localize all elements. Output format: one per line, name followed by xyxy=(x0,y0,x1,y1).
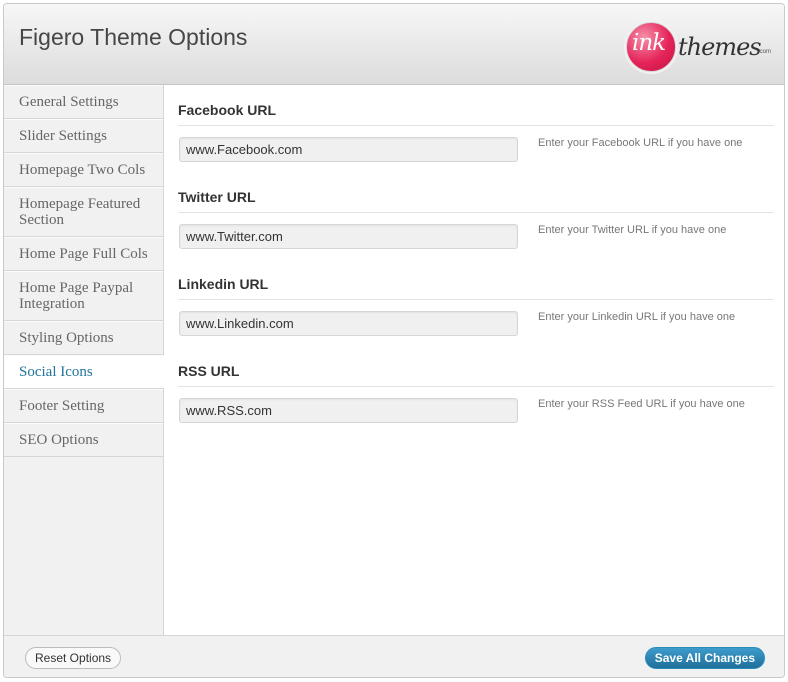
page-title: Figero Theme Options xyxy=(19,24,248,50)
save-all-changes-button[interactable]: Save All Changes xyxy=(644,647,765,669)
sidebar-item-home-page-full-cols[interactable]: Home Page Full Cols xyxy=(4,237,163,271)
main-content: Facebook URL Enter your Facebook URL if … xyxy=(178,85,774,635)
section-divider xyxy=(178,125,774,126)
section-divider xyxy=(178,212,774,213)
section-divider xyxy=(178,386,774,387)
facebook-url-input[interactable] xyxy=(179,137,518,162)
facebook-url-heading: Facebook URL xyxy=(178,102,277,118)
sidebar-item-home-page-paypal-integration[interactable]: Home Page Paypal Integration xyxy=(4,271,163,321)
twitter-url-heading: Twitter URL xyxy=(178,189,256,205)
logo-com-text: .com xyxy=(758,49,772,55)
section-divider xyxy=(178,299,774,300)
linkedin-url-heading: Linkedin URL xyxy=(178,276,269,292)
twitter-url-section: Twitter URL Enter your Twitter URL if yo… xyxy=(178,172,774,259)
sidebar-item-styling-options[interactable]: Styling Options xyxy=(4,321,163,355)
rss-url-help: Enter your RSS Feed URL if you have one xyxy=(538,398,745,410)
linkedin-url-section: Linkedin URL Enter your Linkedin URL if … xyxy=(178,259,774,346)
sidebar-item-slider-settings[interactable]: Slider Settings xyxy=(4,119,163,153)
linkedin-url-help: Enter your Linkedin URL if you have one xyxy=(538,311,736,323)
rss-url-section: RSS URL Enter your RSS Feed URL if you h… xyxy=(178,346,774,433)
twitter-url-input[interactable] xyxy=(179,224,518,249)
footer-bar: Reset Options Save All Changes xyxy=(4,635,784,677)
linkedin-url-input[interactable] xyxy=(179,311,518,336)
sidebar-item-social-icons[interactable]: Social Icons xyxy=(4,355,164,389)
inkthemes-logo: ink themes .com xyxy=(624,20,774,72)
logo-themes-text: themes xyxy=(678,33,762,61)
sidebar-item-seo-options[interactable]: SEO Options xyxy=(4,423,163,457)
facebook-url-section: Facebook URL Enter your Facebook URL if … xyxy=(178,85,774,172)
reset-options-button[interactable]: Reset Options xyxy=(25,647,122,669)
logo-ink-text: ink xyxy=(632,30,666,56)
rss-url-input[interactable] xyxy=(179,398,518,423)
sidebar-item-footer-setting[interactable]: Footer Setting xyxy=(4,389,163,423)
sidebar-item-general-settings[interactable]: General Settings xyxy=(4,85,163,119)
rss-url-heading: RSS URL xyxy=(178,363,240,379)
sidebar-item-homepage-two-cols[interactable]: Homepage Two Cols xyxy=(4,153,163,187)
theme-options-panel: Figero Theme Options ink themes .com Gen… xyxy=(3,3,785,678)
twitter-url-help: Enter your Twitter URL if you have one xyxy=(538,224,727,236)
header-bar: Figero Theme Options ink themes .com xyxy=(4,4,784,85)
facebook-url-help: Enter your Facebook URL if you have one xyxy=(538,137,743,149)
sidebar-item-homepage-featured-section[interactable]: Homepage Featured Section xyxy=(4,187,163,237)
sidebar-nav: General Settings Slider Settings Homepag… xyxy=(4,85,164,635)
